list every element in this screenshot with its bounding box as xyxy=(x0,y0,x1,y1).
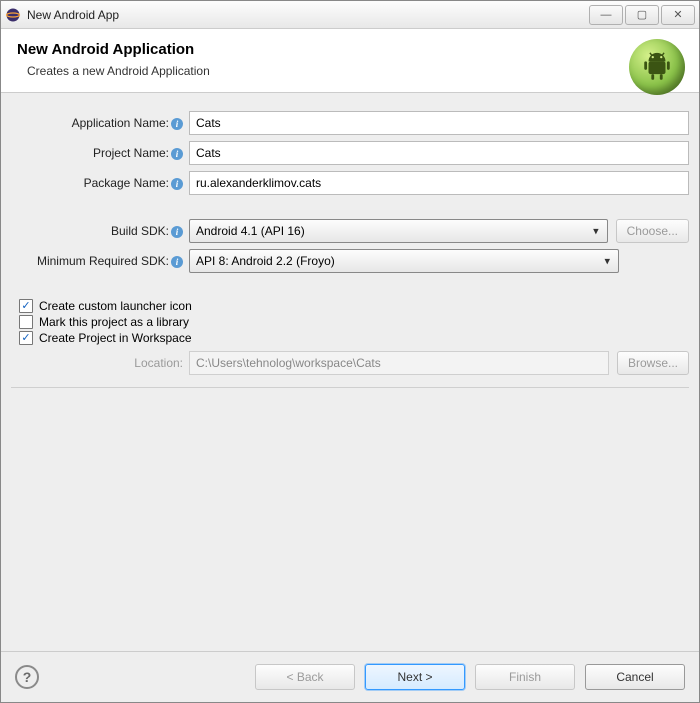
package-name-input[interactable] xyxy=(189,171,689,195)
android-icon xyxy=(629,39,685,95)
label-package-name: Package Name:i xyxy=(11,176,189,190)
application-name-input[interactable] xyxy=(189,111,689,135)
min-sdk-select[interactable]: API 8: Android 2.2 (Froyo) xyxy=(189,249,619,273)
checkbox-icon[interactable] xyxy=(19,331,33,345)
banner-heading: New Android Application xyxy=(17,41,683,58)
label-build-sdk: Build SDK:i xyxy=(11,224,189,238)
banner-subtitle: Creates a new Android Application xyxy=(27,64,683,78)
browse-button[interactable]: Browse... xyxy=(617,351,689,375)
checkbox-label: Mark this project as a library xyxy=(39,315,189,329)
checkbox-launcher-icon[interactable]: Create custom launcher icon xyxy=(19,299,689,313)
wizard-banner: New Android Application Creates a new An… xyxy=(1,29,699,93)
row-min-sdk: Minimum Required SDK:i API 8: Android 2.… xyxy=(11,249,689,273)
row-build-sdk: Build SDK:i Android 4.1 (API 16) Choose.… xyxy=(11,219,689,243)
finish-button[interactable]: Finish xyxy=(475,664,575,690)
checkbox-label: Create Project in Workspace xyxy=(39,331,192,345)
info-icon[interactable]: i xyxy=(171,226,183,238)
maximize-button[interactable]: ▢ xyxy=(625,5,659,25)
titlebar: New Android App — ▢ ✕ xyxy=(1,1,699,29)
row-application-name: Application Name:i xyxy=(11,111,689,135)
minimize-button[interactable]: — xyxy=(589,5,623,25)
close-button[interactable]: ✕ xyxy=(661,5,695,25)
row-project-name: Project Name:i xyxy=(11,141,689,165)
build-sdk-select[interactable]: Android 4.1 (API 16) xyxy=(189,219,608,243)
eclipse-icon xyxy=(5,7,21,23)
checkbox-label: Create custom launcher icon xyxy=(39,299,192,313)
checkbox-icon[interactable] xyxy=(19,315,33,329)
help-button[interactable]: ? xyxy=(15,665,39,689)
label-application-name: Application Name:i xyxy=(11,116,189,130)
label-min-sdk: Minimum Required SDK:i xyxy=(11,254,189,268)
location-input xyxy=(189,351,609,375)
info-icon[interactable]: i xyxy=(171,118,183,130)
divider xyxy=(11,387,689,388)
choose-button[interactable]: Choose... xyxy=(616,219,689,243)
checkbox-project-in-workspace[interactable]: Create Project in Workspace xyxy=(19,331,689,345)
dialog-window: New Android App — ▢ ✕ New Android Applic… xyxy=(0,0,700,703)
info-icon[interactable]: i xyxy=(171,178,183,190)
project-name-input[interactable] xyxy=(189,141,689,165)
cancel-button[interactable]: Cancel xyxy=(585,664,685,690)
wizard-content: Application Name:i Project Name:i Packag… xyxy=(1,93,699,651)
window-controls: — ▢ ✕ xyxy=(587,5,695,25)
next-button[interactable]: Next > xyxy=(365,664,465,690)
row-location: Location: Browse... xyxy=(11,351,689,375)
row-package-name: Package Name:i xyxy=(11,171,689,195)
wizard-footer: ? < Back Next > Finish Cancel xyxy=(1,651,699,702)
info-icon[interactable]: i xyxy=(171,256,183,268)
label-project-name: Project Name:i xyxy=(11,146,189,160)
back-button[interactable]: < Back xyxy=(255,664,355,690)
checkbox-icon[interactable] xyxy=(19,299,33,313)
window-title: New Android App xyxy=(27,8,587,22)
info-icon[interactable]: i xyxy=(171,148,183,160)
label-location: Location: xyxy=(11,356,189,370)
checkbox-mark-library[interactable]: Mark this project as a library xyxy=(19,315,689,329)
